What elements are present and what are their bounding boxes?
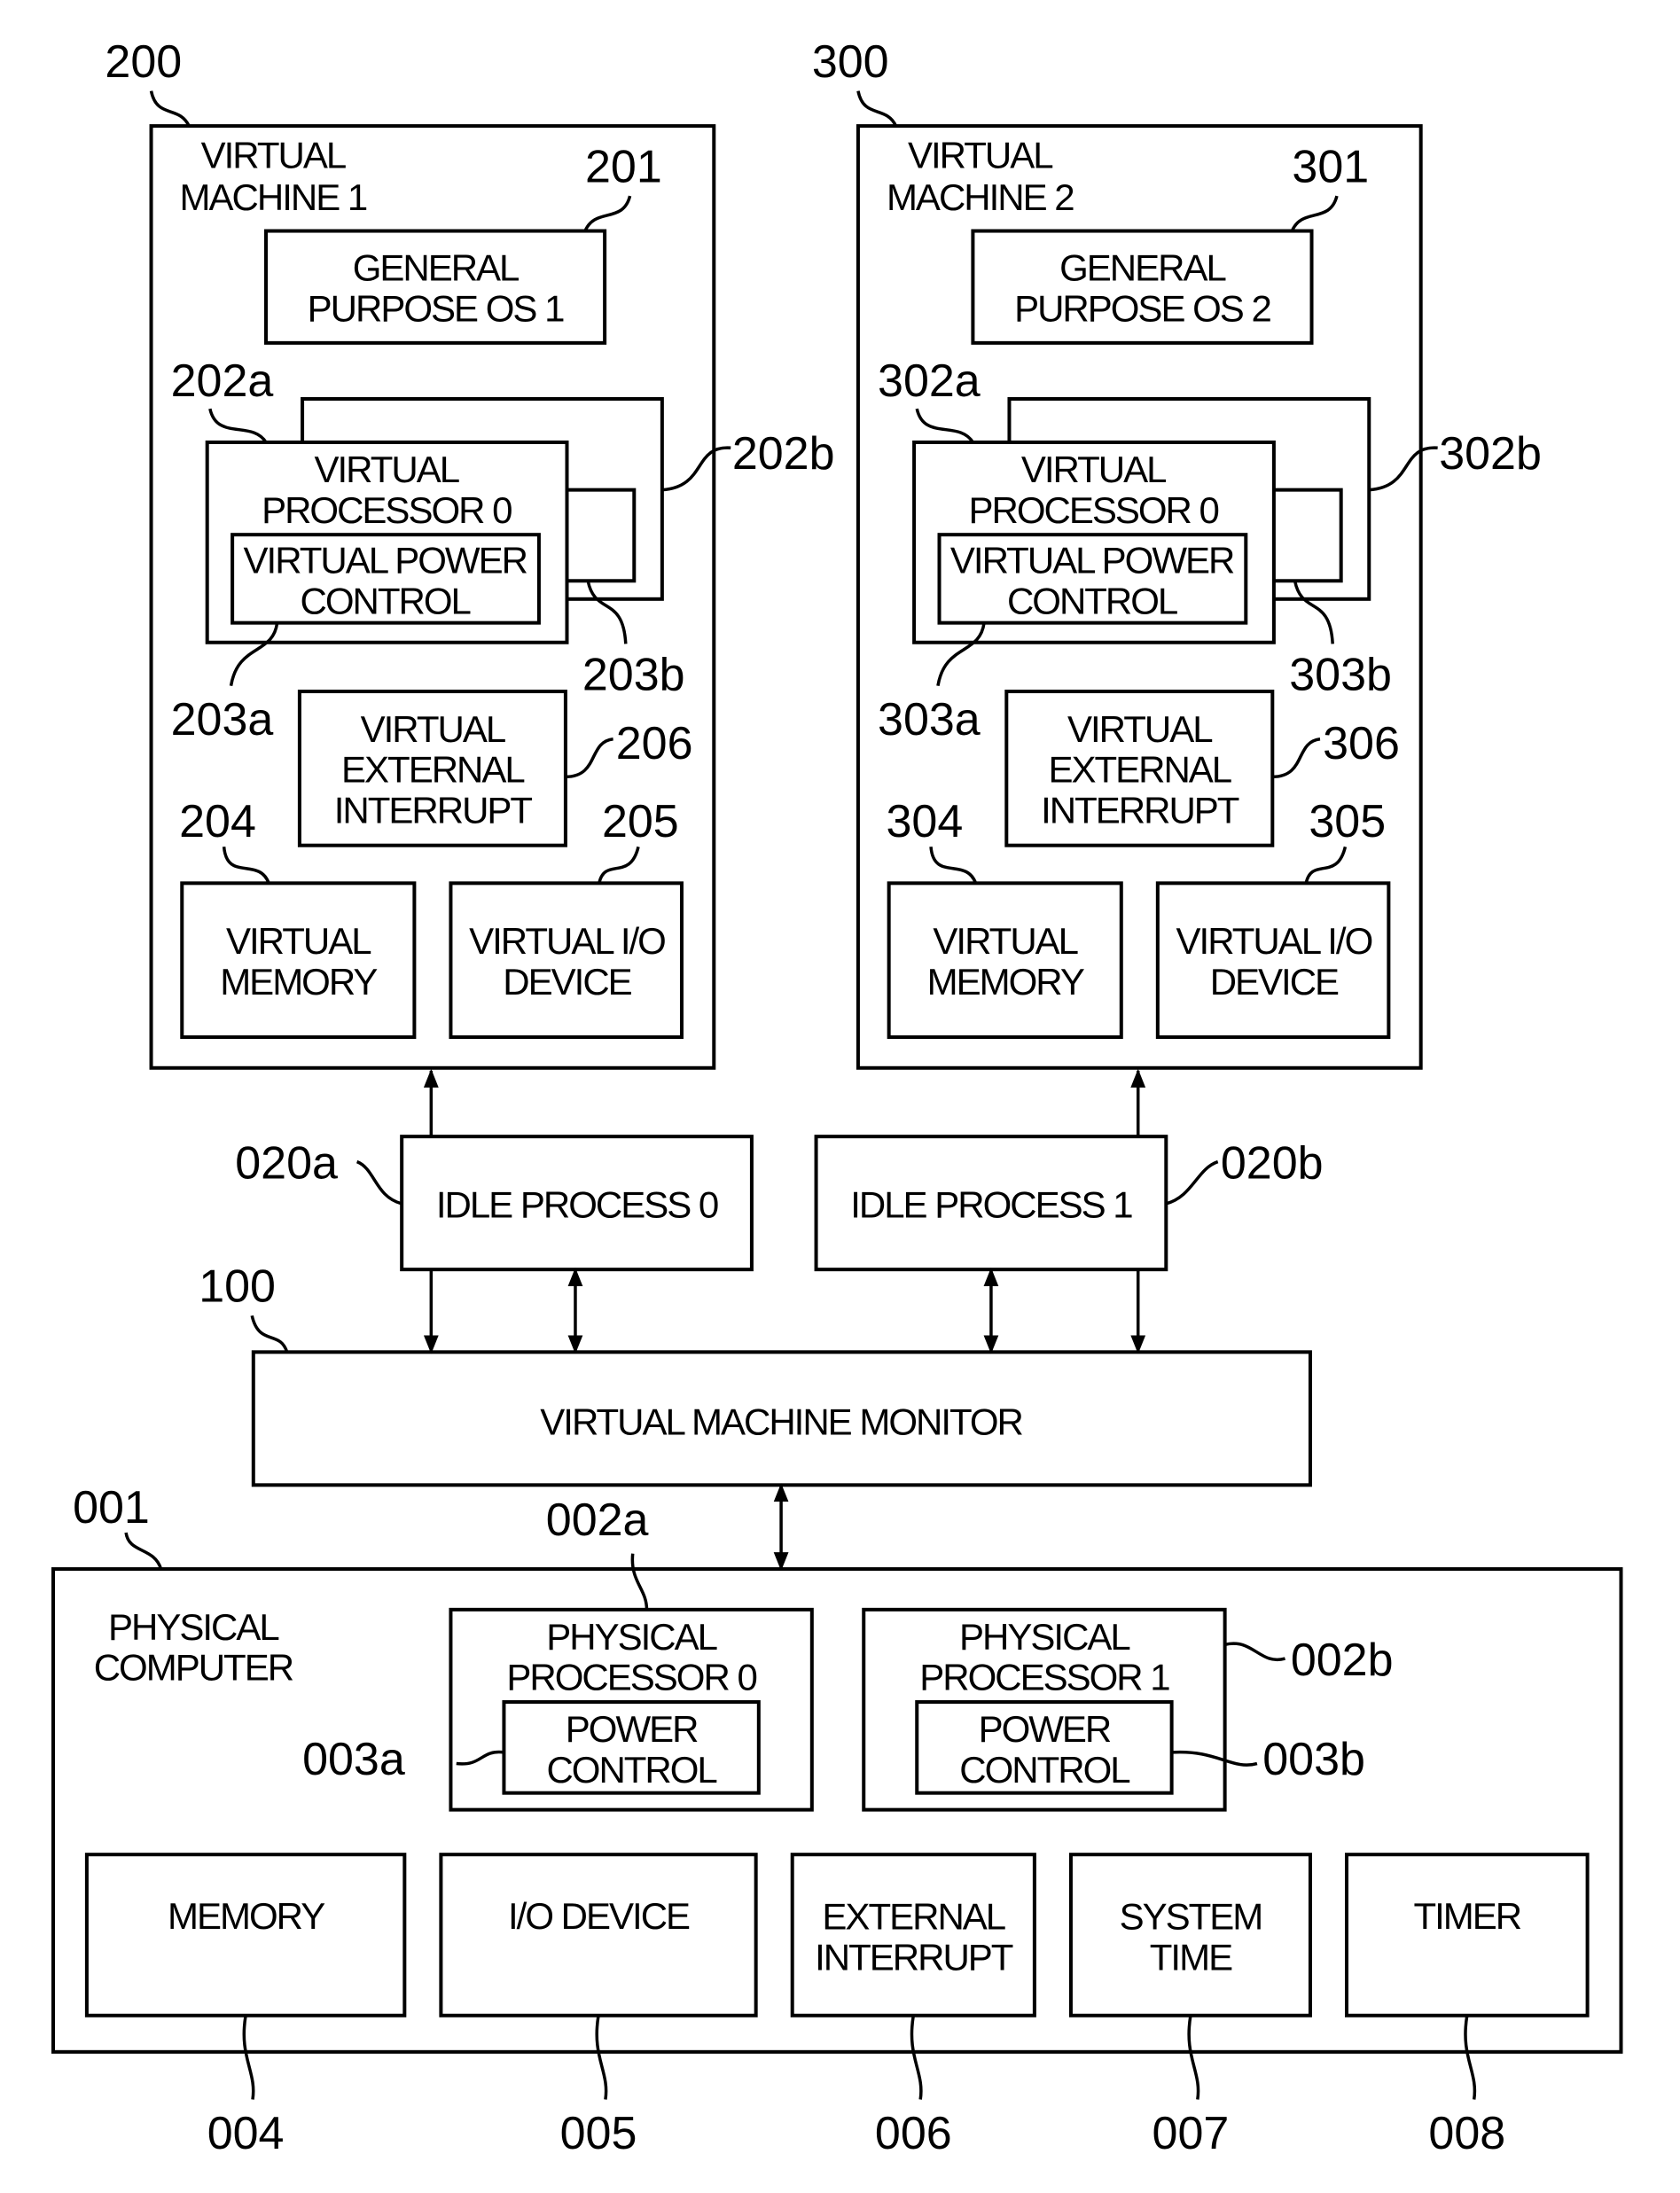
ref-label-200: 200 xyxy=(105,36,182,88)
ref-label-304: 304 xyxy=(887,796,964,847)
ref-label-205: 205 xyxy=(602,796,679,847)
leader-300 xyxy=(856,90,898,127)
ref-label-302b: 302b xyxy=(1439,428,1542,480)
ref-label-002b: 002b xyxy=(1291,1635,1394,1686)
component-label: EXTERNAL INTERRUPT xyxy=(815,1896,1013,1978)
leader-020b xyxy=(1165,1159,1219,1206)
ref-label-005: 005 xyxy=(560,2108,637,2159)
virtual-external-interrupt-label: VIRTUAL EXTERNAL INTERRUPT xyxy=(1041,708,1239,831)
ref-label-203b: 203b xyxy=(582,649,685,700)
ref-label-303b: 303b xyxy=(1289,649,1392,700)
component-label: I/O DEVICE xyxy=(508,1895,690,1937)
ref-label-007: 007 xyxy=(1153,2108,1230,2159)
ref-label-306: 306 xyxy=(1323,718,1400,769)
ref-label-008: 008 xyxy=(1428,2108,1505,2159)
ref-label-303a: 303a xyxy=(878,694,981,745)
virtual-machine-monitor-label: VIRTUAL MACHINE MONITOR xyxy=(540,1401,1022,1442)
component-label: TIMER xyxy=(1413,1895,1520,1937)
virtual-machine-title: VIRTUAL MACHINE 2 xyxy=(887,134,1074,217)
leader-100 xyxy=(250,1315,289,1353)
physical-computer-title: PHYSICAL COMPUTER xyxy=(94,1606,293,1689)
ref-label-202a: 202a xyxy=(171,355,274,407)
ref-label-203a: 203a xyxy=(171,694,274,745)
virtual-memory-label: VIRTUAL MEMORY xyxy=(927,920,1085,1003)
ref-label-003b: 003b xyxy=(1262,1734,1365,1785)
leader-020a xyxy=(356,1159,402,1206)
ref-label-006: 006 xyxy=(875,2108,952,2159)
virtual-machine-title: VIRTUAL MACHINE 1 xyxy=(180,134,367,217)
leader-200 xyxy=(149,90,191,127)
ref-label-004: 004 xyxy=(207,2108,285,2159)
ref-label-204: 204 xyxy=(179,796,256,847)
power-control-label: POWER CONTROL xyxy=(546,1708,716,1791)
component-label: MEMORY xyxy=(168,1895,325,1937)
idle-process-label: IDLE PROCESS 0 xyxy=(436,1184,718,1226)
ref-label-202b: 202b xyxy=(732,428,835,480)
leader-001 xyxy=(124,1532,163,1570)
diagram-canvas: VIRTUAL MACHINE 1200GENERAL PURPOSE OS 120… xyxy=(51,36,1623,2159)
ref-label-020a: 020a xyxy=(235,1138,338,1190)
ref-label-100: 100 xyxy=(199,1260,276,1312)
virtual-external-interrupt-label: VIRTUAL EXTERNAL INTERRUPT xyxy=(334,708,533,831)
ref-label-020b: 020b xyxy=(1221,1138,1324,1190)
ref-label-302a: 302a xyxy=(878,355,981,407)
virtual-memory-label: VIRTUAL MEMORY xyxy=(220,920,378,1003)
ref-label-305: 305 xyxy=(1309,796,1386,847)
ref-label-001: 001 xyxy=(73,1482,150,1534)
ref-label-201: 201 xyxy=(585,141,662,192)
ref-label-003a: 003a xyxy=(302,1734,405,1785)
ref-label-301: 301 xyxy=(1292,141,1369,192)
power-control-label: POWER CONTROL xyxy=(959,1708,1129,1791)
idle-process-label: IDLE PROCESS 1 xyxy=(850,1184,1132,1226)
ref-label-206: 206 xyxy=(616,718,693,769)
ref-label-002a: 002a xyxy=(546,1495,649,1546)
ref-label-300: 300 xyxy=(812,36,889,88)
